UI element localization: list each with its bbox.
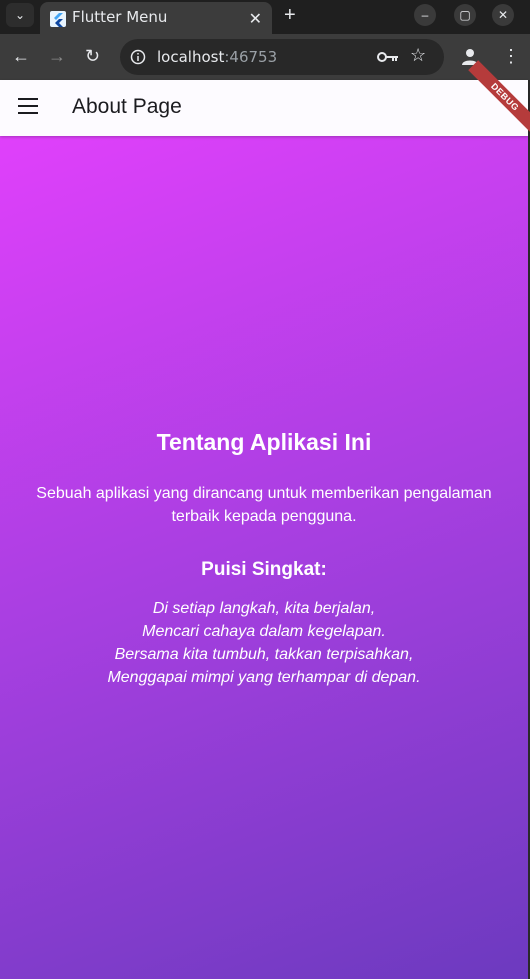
minimize-icon[interactable]: – xyxy=(414,4,436,26)
back-icon[interactable]: ← xyxy=(12,46,30,67)
about-description: Sebuah aplikasi yang dirancang untuk mem… xyxy=(36,485,492,525)
poem-line: Menggapai mimpi yang terhampar di depan. xyxy=(107,669,421,686)
new-tab-button[interactable]: + xyxy=(284,4,296,27)
poem-text: Di setiap langkah, kita berjalan, Mencar… xyxy=(0,597,528,689)
poem-line: Bersama kita tumbuh, takkan terpisahkan, xyxy=(114,646,414,663)
poem-heading: Puisi Singkat: xyxy=(201,559,327,580)
browser-tab-strip: ⌄ Flutter Menu ✕ + – ▢ ✕ xyxy=(0,0,530,34)
poem-line: Di setiap langkah, kita berjalan, xyxy=(152,600,376,617)
flutter-favicon-icon xyxy=(50,11,66,27)
tab-title: Flutter Menu xyxy=(72,8,168,26)
address-bar[interactable]: localhost:46753 ☆ xyxy=(120,39,444,75)
browser-toolbar: ← → ↻ localhost:46753 ☆ ⋮ xyxy=(0,34,530,80)
app-bar: About Page DEBUG xyxy=(0,60,530,136)
more-menu-icon[interactable]: ⋮ xyxy=(502,46,520,67)
page-title: About Page xyxy=(72,95,182,118)
maximize-icon[interactable]: ▢ xyxy=(454,4,476,26)
about-heading: Tentang Aplikasi Ini xyxy=(156,429,372,455)
tab-close-icon[interactable]: ✕ xyxy=(249,9,262,29)
bookmark-star-icon[interactable]: ☆ xyxy=(410,45,426,66)
close-window-icon[interactable]: ✕ xyxy=(492,4,514,26)
site-info-icon[interactable] xyxy=(130,49,146,65)
forward-icon[interactable]: → xyxy=(48,46,66,67)
hamburger-menu-icon[interactable] xyxy=(18,98,38,116)
about-content: Tentang Aplikasi Ini Sebuah aplikasi yan… xyxy=(0,136,528,979)
url-text: localhost:46753 xyxy=(157,48,278,66)
browser-tab[interactable]: Flutter Menu ✕ xyxy=(40,2,272,34)
poem-line: Mencari cahaya dalam kegelapan. xyxy=(142,623,386,640)
reload-icon[interactable]: ↻ xyxy=(85,46,100,67)
password-key-icon[interactable] xyxy=(377,51,399,63)
tab-search-button[interactable]: ⌄ xyxy=(6,3,34,27)
